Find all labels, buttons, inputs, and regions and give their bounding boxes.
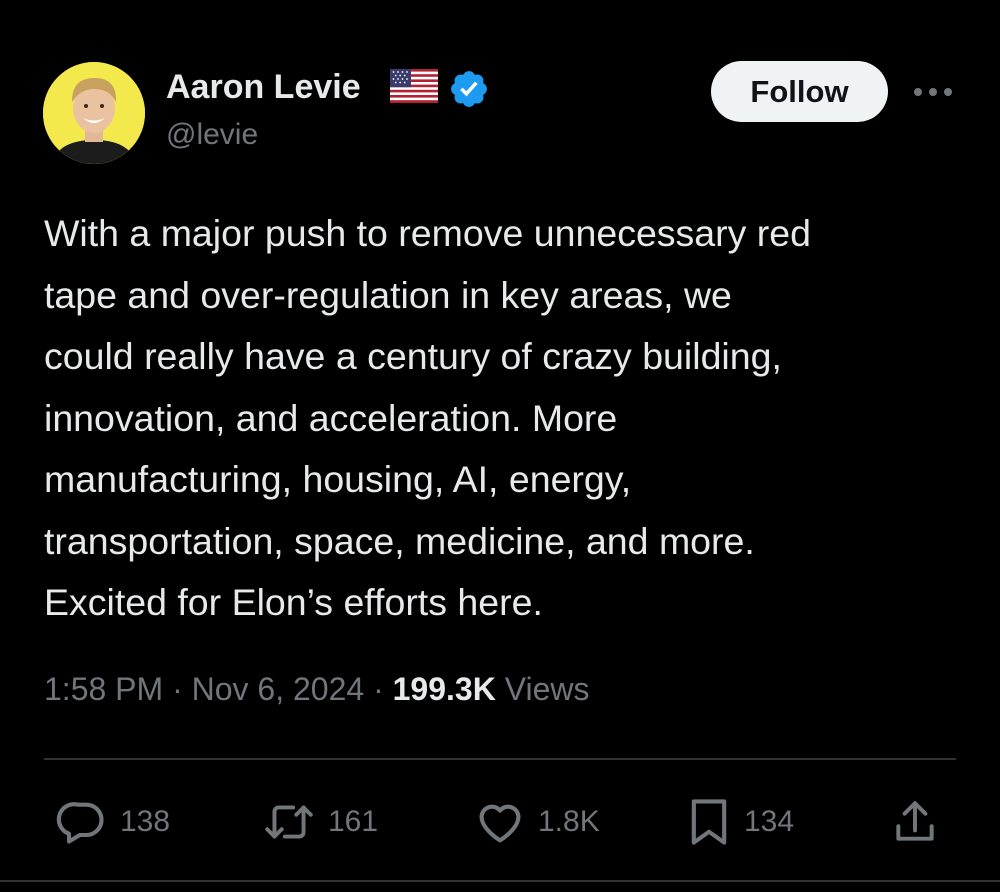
verified-badge-icon [451,71,487,107]
views-count[interactable]: 199.3K [393,671,496,707]
like-button[interactable]: 1.8K [474,795,600,849]
heart-icon [479,804,521,843]
bottom-divider [0,880,1000,882]
author-handle[interactable]: @levie [166,118,258,152]
divider [44,758,956,760]
views-label: Views [504,671,590,707]
tweet-time[interactable]: 1:58 PM [44,671,163,707]
tweet-text: With a major push to remove unnecessary … [44,212,812,623]
follow-button[interactable]: Follow [711,61,888,122]
more-icon[interactable] [912,85,954,99]
bookmark-icon [691,799,727,845]
reply-button[interactable]: 138 [56,795,170,849]
author-name[interactable]: Aaron Levie [166,68,361,107]
bookmark-count: 134 [744,805,795,838]
meta-separator: · [373,671,384,707]
share-button[interactable] [890,795,940,849]
reply-count: 138 [120,805,171,838]
tweet-date[interactable]: Nov 6, 2024 [192,671,365,707]
repost-count: 161 [328,805,379,838]
repost-button[interactable]: 161 [262,795,378,849]
reply-icon [56,802,104,844]
bookmark-button[interactable]: 134 [686,795,794,849]
us-flag-icon [390,69,438,103]
like-count: 1.8K [538,805,600,838]
meta-separator: · [172,671,183,707]
avatar-image [43,62,145,164]
share-icon [896,801,934,841]
repost-icon [265,805,313,839]
tweet-metadata: 1:58 PM · Nov 6, 2024 · 199.3K Views [44,671,589,708]
avatar[interactable] [43,62,145,164]
